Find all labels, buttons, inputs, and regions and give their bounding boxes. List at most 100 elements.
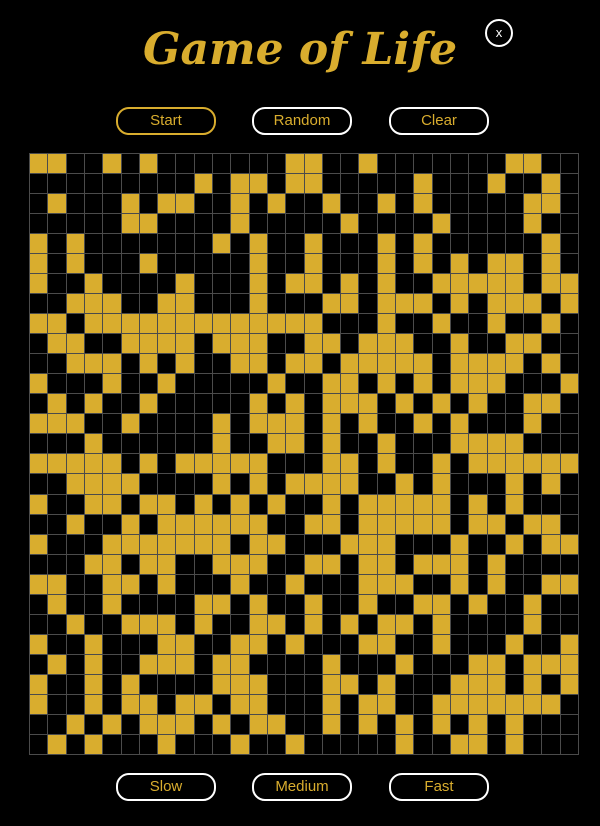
grid-cell[interactable]: [378, 394, 396, 414]
grid-cell[interactable]: [268, 655, 286, 675]
grid-cell[interactable]: [103, 154, 122, 174]
grid-cell[interactable]: [122, 615, 140, 635]
grid-cell[interactable]: [506, 294, 524, 314]
grid-cell[interactable]: [359, 294, 378, 314]
grid-cell[interactable]: [305, 715, 323, 735]
grid-cell[interactable]: [561, 374, 579, 394]
grid-cell[interactable]: [103, 454, 122, 474]
grid-cell[interactable]: [85, 675, 103, 695]
grid-cell[interactable]: [378, 635, 396, 655]
grid-cell[interactable]: [268, 615, 286, 635]
grid-cell[interactable]: [433, 294, 451, 314]
grid-cell[interactable]: [67, 214, 85, 234]
grid-cell[interactable]: [30, 695, 48, 715]
grid-cell[interactable]: [231, 454, 250, 474]
grid-cell[interactable]: [213, 334, 231, 354]
grid-cell[interactable]: [542, 615, 561, 635]
grid-cell[interactable]: [122, 635, 140, 655]
grid-cell[interactable]: [323, 635, 341, 655]
grid-cell[interactable]: [305, 394, 323, 414]
grid-cell[interactable]: [67, 735, 85, 755]
grid-cell[interactable]: [451, 735, 469, 755]
grid-cell[interactable]: [305, 314, 323, 334]
grid-cell[interactable]: [286, 314, 305, 334]
grid-cell[interactable]: [48, 575, 67, 595]
grid-cell[interactable]: [85, 254, 103, 274]
grid-cell[interactable]: [359, 515, 378, 535]
grid-cell[interactable]: [85, 394, 103, 414]
grid-cell[interactable]: [103, 394, 122, 414]
grid-cell[interactable]: [414, 174, 433, 194]
grid-cell[interactable]: [414, 334, 433, 354]
grid-cell[interactable]: [122, 655, 140, 675]
grid-cell[interactable]: [48, 154, 67, 174]
grid-cell[interactable]: [506, 474, 524, 495]
grid-cell[interactable]: [158, 154, 176, 174]
grid-cell[interactable]: [213, 294, 231, 314]
grid-cell[interactable]: [268, 394, 286, 414]
grid-cell[interactable]: [286, 214, 305, 234]
grid-cell[interactable]: [122, 354, 140, 374]
grid-cell[interactable]: [158, 655, 176, 675]
grid-cell[interactable]: [524, 615, 542, 635]
grid-cell[interactable]: [268, 474, 286, 495]
grid-cell[interactable]: [158, 535, 176, 555]
grid-cell[interactable]: [176, 414, 195, 434]
grid-cell[interactable]: [250, 695, 268, 715]
grid-cell[interactable]: [85, 615, 103, 635]
grid-cell[interactable]: [506, 194, 524, 214]
grid-cell[interactable]: [323, 515, 341, 535]
grid-cell[interactable]: [561, 434, 579, 454]
grid-cell[interactable]: [451, 555, 469, 575]
grid-cell[interactable]: [323, 535, 341, 555]
grid-cell[interactable]: [378, 234, 396, 254]
grid-cell[interactable]: [103, 495, 122, 515]
grid-cell[interactable]: [158, 434, 176, 454]
grid-cell[interactable]: [231, 154, 250, 174]
grid-cell[interactable]: [323, 214, 341, 234]
grid-cell[interactable]: [231, 354, 250, 374]
grid-cell[interactable]: [213, 635, 231, 655]
grid-cell[interactable]: [195, 414, 213, 434]
grid-cell[interactable]: [250, 575, 268, 595]
grid-cell[interactable]: [323, 234, 341, 254]
grid-cell[interactable]: [122, 414, 140, 434]
grid-cell[interactable]: [140, 254, 158, 274]
grid-cell[interactable]: [524, 575, 542, 595]
grid-cell[interactable]: [122, 174, 140, 194]
grid-cell[interactable]: [433, 414, 451, 434]
grid-cell[interactable]: [469, 515, 488, 535]
grid-cell[interactable]: [305, 174, 323, 194]
grid-cell[interactable]: [48, 735, 67, 755]
grid-cell[interactable]: [286, 695, 305, 715]
grid-cell[interactable]: [451, 274, 469, 294]
grid-cell[interactable]: [359, 675, 378, 695]
grid-cell[interactable]: [323, 655, 341, 675]
grid-cell[interactable]: [341, 294, 359, 314]
grid-cell[interactable]: [122, 234, 140, 254]
grid-cell[interactable]: [213, 194, 231, 214]
grid-cell[interactable]: [359, 615, 378, 635]
grid-cell[interactable]: [469, 495, 488, 515]
grid-cell[interactable]: [305, 655, 323, 675]
grid-cell[interactable]: [305, 234, 323, 254]
grid-cell[interactable]: [542, 695, 561, 715]
grid-cell[interactable]: [195, 675, 213, 695]
grid-cell[interactable]: [286, 715, 305, 735]
grid-cell[interactable]: [140, 735, 158, 755]
grid-cell[interactable]: [561, 214, 579, 234]
grid-cell[interactable]: [305, 154, 323, 174]
grid-cell[interactable]: [67, 394, 85, 414]
grid-cell[interactable]: [176, 575, 195, 595]
grid-cell[interactable]: [488, 715, 506, 735]
grid-cell[interactable]: [488, 334, 506, 354]
grid-cell[interactable]: [268, 374, 286, 394]
grid-cell[interactable]: [195, 394, 213, 414]
grid-cell[interactable]: [488, 615, 506, 635]
grid-cell[interactable]: [359, 575, 378, 595]
grid-cell[interactable]: [268, 555, 286, 575]
grid-cell[interactable]: [103, 274, 122, 294]
grid-cell[interactable]: [414, 495, 433, 515]
grid-cell[interactable]: [341, 154, 359, 174]
grid-cell[interactable]: [561, 314, 579, 334]
